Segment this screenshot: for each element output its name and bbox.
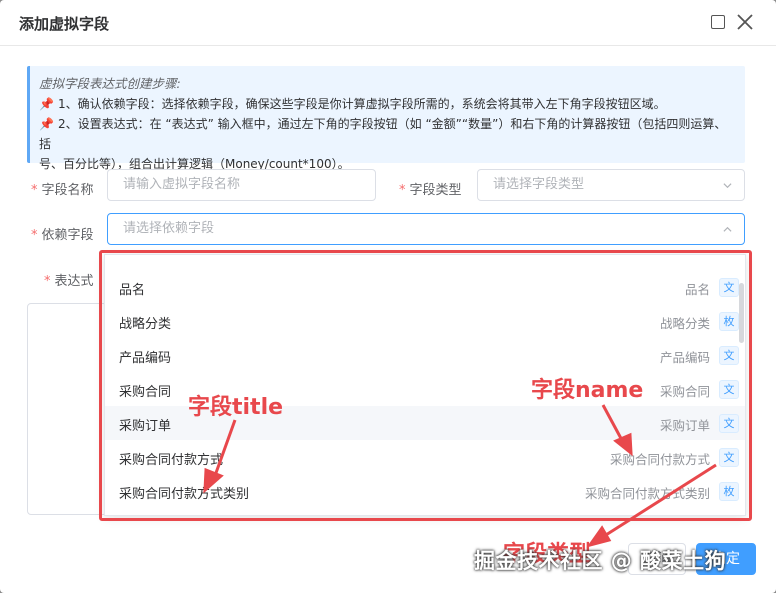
annotation-arrows (203, 404, 717, 548)
watermark: 掘金技术社区 @ 酸菜土狗 (474, 549, 727, 573)
virtual-field-dialog: 添加虚拟字段 虚拟字段表达式创建步骤: 📌 1、确认依赖字段：选择依赖字段，确保这… (0, 0, 776, 593)
